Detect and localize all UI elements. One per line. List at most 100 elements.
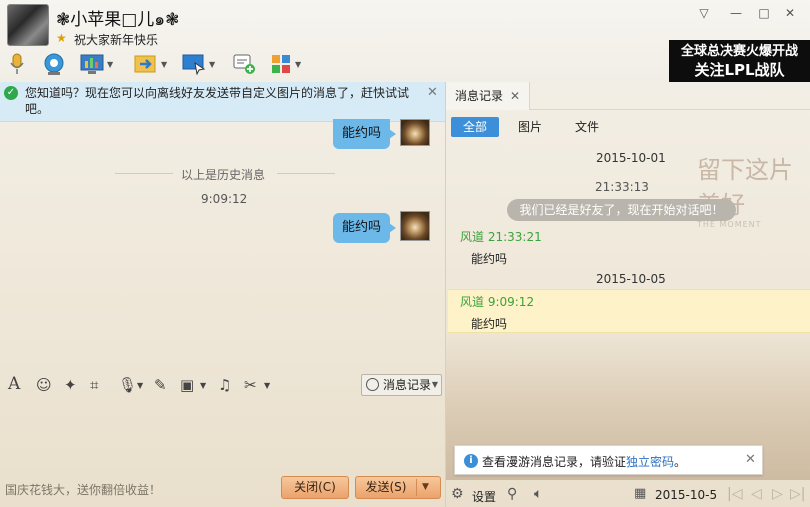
chevron-down-icon[interactable]: ▼ bbox=[422, 477, 429, 498]
top-toolbar: ▼ ▼ ▼ ▼ bbox=[4, 50, 324, 78]
chevron-down-icon[interactable]: ▼ bbox=[295, 60, 301, 69]
message-bubble[interactable]: 能约吗 bbox=[333, 119, 397, 149]
filter-files[interactable]: 文件 bbox=[566, 117, 608, 137]
password-link[interactable]: 独立密码 bbox=[626, 455, 674, 469]
message-text[interactable]: 能约吗 bbox=[471, 250, 507, 267]
apps-button[interactable]: ▼ bbox=[270, 50, 301, 78]
filter-all[interactable]: 全部 bbox=[451, 117, 499, 137]
microphone-icon bbox=[10, 53, 24, 74]
magic-wand-icon[interactable]: ✦ bbox=[64, 376, 77, 394]
history-panel: 消息记录 ✕ 全部 图片 文件 留下这片美好 THE MOMENT 2015-1… bbox=[446, 82, 810, 507]
message-time: 9:09:12 bbox=[201, 192, 248, 206]
chat-header: ❃小苹果□儿๑❃ ★ 祝大家新年快乐 ▽ — □ ✕ ▼ ▼ ▼ ▼ 全球总决赛… bbox=[0, 0, 810, 82]
send-file-button[interactable]: ▼ bbox=[134, 50, 167, 78]
chevron-down-icon[interactable]: ▼ bbox=[264, 381, 270, 390]
history-divider: 以上是历史消息 bbox=[115, 166, 335, 182]
chevron-down-icon[interactable]: ▼ bbox=[107, 60, 113, 69]
contact-avatar[interactable] bbox=[7, 4, 49, 46]
chevron-down-icon[interactable]: ▼ bbox=[137, 381, 143, 390]
screenshot-frame-icon[interactable]: ⌗ bbox=[90, 376, 98, 394]
message-sender: 风道 9:09:12 bbox=[460, 295, 535, 309]
watermark-en: THE MOMENT bbox=[697, 220, 762, 229]
add-chat-icon bbox=[233, 54, 255, 74]
gear-icon[interactable]: ⚙ bbox=[451, 486, 464, 502]
camera-icon bbox=[44, 53, 64, 75]
close-window-icon[interactable]: ✕ bbox=[782, 6, 798, 20]
system-time: 21:33:13 bbox=[595, 180, 649, 194]
last-page-icon[interactable]: ▷| bbox=[790, 486, 805, 502]
input-toolbar: A ☺ ✦ ⌗ 🎙︎ ▼ ✎ ▣ ▼ ♫ ✂ ▼ 消息记录 ▼ bbox=[0, 372, 445, 398]
current-date[interactable]: 2015-10-5 bbox=[655, 488, 717, 502]
next-page-icon[interactable]: ▷ bbox=[772, 486, 783, 502]
app-button[interactable]: ▼ bbox=[80, 50, 113, 78]
music-icon[interactable]: ♫ bbox=[218, 376, 231, 394]
date-label: 2015-10-05 bbox=[596, 272, 666, 286]
prev-page-icon[interactable]: ◁ bbox=[751, 486, 762, 502]
voice-message-icon[interactable]: 🎙︎ bbox=[118, 376, 137, 394]
notice-text-end: 。 bbox=[674, 455, 687, 469]
message-bubble[interactable]: 能约吗 bbox=[333, 213, 397, 243]
tip-text: 您知道吗？现在您可以向离线好友发送带自定义图片的消息了，赶快试试吧。 bbox=[25, 86, 410, 116]
star-icon: ★ bbox=[56, 31, 67, 45]
tip-bar: ✓ 您知道吗？现在您可以向离线好友发送带自定义图片的消息了，赶快试试吧。 ✕ bbox=[0, 82, 445, 122]
apps-grid-icon bbox=[272, 55, 290, 73]
remote-desktop-button[interactable]: ▼ bbox=[182, 50, 215, 78]
voice-call-button[interactable] bbox=[8, 50, 26, 78]
first-page-icon[interactable]: |◁ bbox=[727, 486, 742, 502]
clock-icon bbox=[366, 378, 379, 391]
roaming-notice: i 查看漫游消息记录，请验证独立密码。 ✕ bbox=[454, 445, 763, 475]
send-button-label: 发送(S) bbox=[365, 480, 407, 494]
chevron-down-icon[interactable]: ▼ bbox=[200, 381, 206, 390]
chevron-down-icon: ▼ bbox=[431, 380, 438, 389]
info-icon: i bbox=[464, 454, 478, 468]
history-divider-text: 以上是历史消息 bbox=[181, 168, 266, 182]
settings-label[interactable]: 设置 bbox=[472, 488, 496, 505]
calendar-icon[interactable]: ▦ bbox=[634, 486, 646, 501]
search-icon[interactable]: ⚲ bbox=[507, 486, 517, 502]
font-icon[interactable]: A bbox=[8, 374, 20, 394]
message-text[interactable]: 能约吗 bbox=[471, 315, 507, 332]
chat-area[interactable]: 能约吗 以上是历史消息 9:09:12 能约吗 bbox=[0, 119, 445, 372]
message-history-label: 消息记录 bbox=[383, 378, 432, 392]
scissors-icon[interactable]: ✂ bbox=[244, 376, 257, 394]
close-icon[interactable]: ✕ bbox=[745, 452, 756, 467]
banner-line1: 全球总决赛火爆开战 bbox=[680, 44, 798, 59]
send-button[interactable]: 发送(S) ▼ bbox=[355, 476, 441, 499]
message-sender: 风道 21:33:21 bbox=[460, 230, 542, 244]
video-call-button[interactable] bbox=[42, 50, 66, 78]
minimize-icon[interactable]: — bbox=[728, 6, 744, 20]
close-button[interactable]: 关闭(C) bbox=[281, 476, 349, 499]
chevron-down-icon[interactable]: ▼ bbox=[161, 60, 167, 69]
file-transfer-icon bbox=[134, 55, 156, 73]
check-icon: ✓ bbox=[4, 86, 18, 100]
edit-icon[interactable]: ✎ bbox=[154, 376, 167, 394]
close-icon[interactable]: ✕ bbox=[510, 82, 520, 110]
emoji-icon[interactable]: ☺ bbox=[36, 376, 52, 394]
self-avatar[interactable] bbox=[400, 119, 430, 146]
skin-dropdown-icon[interactable]: ▽ bbox=[696, 6, 712, 20]
self-avatar[interactable] bbox=[400, 211, 430, 241]
notice-text-main: 查看漫游消息记录，请验证 bbox=[482, 455, 627, 469]
screen-icon bbox=[80, 54, 104, 74]
date-separator: 2015-10-01 bbox=[579, 151, 779, 165]
filter-images[interactable]: 图片 bbox=[509, 117, 551, 137]
contact-name[interactable]: ❃小苹果□儿๑❃ bbox=[56, 5, 179, 33]
lpl-ad-banner[interactable]: 全球总决赛火爆开战 关注LPL战队 bbox=[669, 40, 810, 82]
tab-label: 消息记录 bbox=[455, 89, 504, 103]
tab-message-history[interactable]: 消息记录 ✕ bbox=[446, 82, 530, 110]
date-separator: 2015-10-05 bbox=[579, 272, 779, 286]
image-icon[interactable]: ▣ bbox=[180, 376, 194, 394]
notice-text: 查看漫游消息记录，请验证独立密码。 bbox=[482, 453, 686, 470]
contact-signature: 祝大家新年快乐 bbox=[74, 33, 159, 47]
message-history-button[interactable]: 消息记录 ▼ bbox=[361, 374, 442, 396]
system-message: 我们已经是好友了，现在开始对话吧！ bbox=[507, 199, 736, 221]
chevron-down-icon[interactable]: ▼ bbox=[209, 60, 215, 69]
footer-ad-link[interactable]: 国庆花钱大，送你翻倍收益！ bbox=[5, 481, 161, 498]
maximize-icon[interactable]: □ bbox=[756, 6, 772, 20]
create-discussion-button[interactable] bbox=[232, 50, 256, 78]
speaker-icon[interactable]: 🔈︎ bbox=[534, 486, 542, 502]
date-label: 2015-10-01 bbox=[596, 151, 666, 165]
history-footer: ⚙ 设置 ⚲ 🔈︎ ▦ 2015-10-5 |◁ ◁ ▷ ▷| bbox=[446, 483, 810, 507]
close-icon[interactable]: ✕ bbox=[427, 85, 438, 100]
monitor-icon bbox=[182, 54, 206, 75]
